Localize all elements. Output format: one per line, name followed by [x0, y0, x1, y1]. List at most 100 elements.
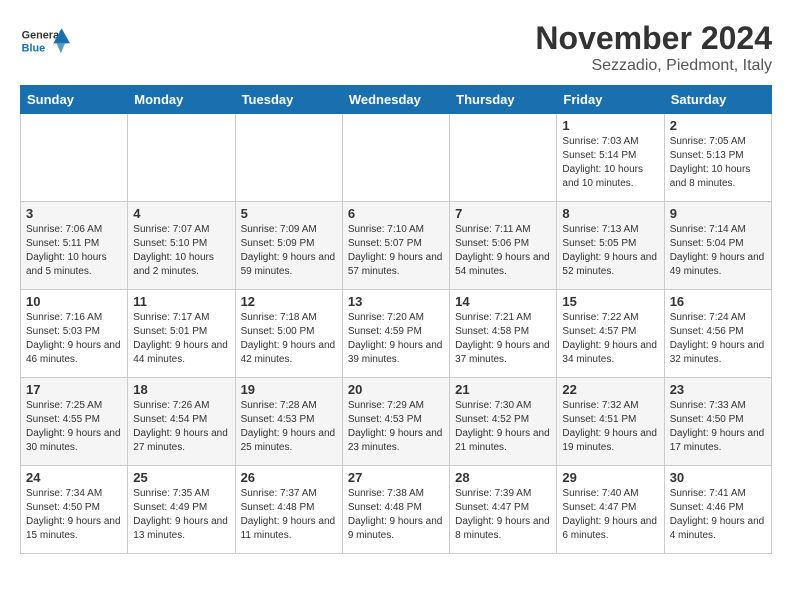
calendar-week-5: 24 Sunrise: 7:34 AMSunset: 4:50 PMDayligh…	[21, 466, 772, 554]
day-info: Sunrise: 7:07 AMSunset: 5:10 PMDaylight:…	[133, 223, 229, 279]
calendar-cell: 16 Sunrise: 7:24 AMSunset: 4:56 PMDayligh…	[664, 290, 771, 378]
day-number: 29	[562, 470, 658, 485]
day-info: Sunrise: 7:09 AMSunset: 5:09 PMDaylight:…	[241, 223, 337, 279]
day-number: 9	[670, 206, 766, 221]
day-info: Sunrise: 7:05 AMSunset: 5:13 PMDaylight:…	[670, 135, 766, 191]
calendar-cell: 5 Sunrise: 7:09 AMSunset: 5:09 PMDaylight…	[235, 202, 342, 290]
calendar-cell: 6 Sunrise: 7:10 AMSunset: 5:07 PMDaylight…	[342, 202, 449, 290]
day-info: Sunrise: 7:38 AMSunset: 4:48 PMDaylight:…	[348, 487, 444, 543]
col-header-thursday: Thursday	[450, 86, 557, 114]
day-info: Sunrise: 7:17 AMSunset: 5:01 PMDaylight:…	[133, 311, 229, 367]
day-number: 30	[670, 470, 766, 485]
calendar-week-1: 1 Sunrise: 7:03 AMSunset: 5:14 PMDaylight…	[21, 114, 772, 202]
col-header-monday: Monday	[128, 86, 235, 114]
day-info: Sunrise: 7:11 AMSunset: 5:06 PMDaylight:…	[455, 223, 551, 279]
calendar-cell: 20 Sunrise: 7:29 AMSunset: 4:53 PMDayligh…	[342, 378, 449, 466]
day-number: 22	[562, 382, 658, 397]
day-info: Sunrise: 7:30 AMSunset: 4:52 PMDaylight:…	[455, 399, 551, 455]
calendar-cell: 1 Sunrise: 7:03 AMSunset: 5:14 PMDaylight…	[557, 114, 664, 202]
day-info: Sunrise: 7:34 AMSunset: 4:50 PMDaylight:…	[26, 487, 122, 543]
day-info: Sunrise: 7:03 AMSunset: 5:14 PMDaylight:…	[562, 135, 658, 191]
calendar-cell: 17 Sunrise: 7:25 AMSunset: 4:55 PMDayligh…	[21, 378, 128, 466]
logo-icon: General Blue	[20, 20, 70, 60]
calendar-week-4: 17 Sunrise: 7:25 AMSunset: 4:55 PMDayligh…	[21, 378, 772, 466]
calendar-cell: 2 Sunrise: 7:05 AMSunset: 5:13 PMDaylight…	[664, 114, 771, 202]
day-info: Sunrise: 7:22 AMSunset: 4:57 PMDaylight:…	[562, 311, 658, 367]
day-info: Sunrise: 7:41 AMSunset: 4:46 PMDaylight:…	[670, 487, 766, 543]
day-number: 2	[670, 118, 766, 133]
page-header: General Blue November 2024 Sezzadio, Pie…	[20, 20, 772, 75]
calendar-cell	[235, 114, 342, 202]
calendar-cell: 28 Sunrise: 7:39 AMSunset: 4:47 PMDayligh…	[450, 466, 557, 554]
logo: General Blue	[20, 20, 70, 60]
day-info: Sunrise: 7:29 AMSunset: 4:53 PMDaylight:…	[348, 399, 444, 455]
day-number: 19	[241, 382, 337, 397]
calendar-cell: 8Sunrise: 7:13 AMSunset: 5:05 PMDaylight…	[557, 202, 664, 290]
day-info: Sunrise: 7:13 AMSunset: 5:05 PMDaylight:…	[562, 223, 658, 279]
day-number: 25	[133, 470, 229, 485]
day-info: Sunrise: 7:14 AMSunset: 5:04 PMDaylight:…	[670, 223, 766, 279]
day-number: 6	[348, 206, 444, 221]
day-number: 17	[26, 382, 122, 397]
col-header-tuesday: Tuesday	[235, 86, 342, 114]
day-info: Sunrise: 7:33 AMSunset: 4:50 PMDaylight:…	[670, 399, 766, 455]
location: Sezzadio, Piedmont, Italy	[535, 57, 772, 75]
col-header-sunday: Sunday	[21, 86, 128, 114]
day-info: Sunrise: 7:16 AMSunset: 5:03 PMDaylight:…	[26, 311, 122, 367]
calendar-week-2: 3 Sunrise: 7:06 AMSunset: 5:11 PMDaylight…	[21, 202, 772, 290]
calendar-table: SundayMondayTuesdayWednesdayThursdayFrid…	[20, 85, 772, 554]
day-number: 15	[562, 294, 658, 309]
calendar-cell	[450, 114, 557, 202]
calendar-cell: 27 Sunrise: 7:38 AMSunset: 4:48 PMDayligh…	[342, 466, 449, 554]
col-header-saturday: Saturday	[664, 86, 771, 114]
calendar-cell: 29 Sunrise: 7:40 AMSunset: 4:47 PMDayligh…	[557, 466, 664, 554]
day-number: 7	[455, 206, 551, 221]
day-info: Sunrise: 7:25 AMSunset: 4:55 PMDaylight:…	[26, 399, 122, 455]
day-number: 10	[26, 294, 122, 309]
day-info: Sunrise: 7:32 AMSunset: 4:51 PMDaylight:…	[562, 399, 658, 455]
day-info: Sunrise: 7:06 AMSunset: 5:11 PMDaylight:…	[26, 223, 122, 279]
day-number: 18	[133, 382, 229, 397]
calendar-cell: 21Sunrise: 7:30 AMSunset: 4:52 PMDayligh…	[450, 378, 557, 466]
day-number: 11	[133, 294, 229, 309]
day-number: 1	[562, 118, 658, 133]
day-number: 5	[241, 206, 337, 221]
day-info: Sunrise: 7:24 AMSunset: 4:56 PMDaylight:…	[670, 311, 766, 367]
calendar-cell: 12Sunrise: 7:18 AMSunset: 5:00 PMDayligh…	[235, 290, 342, 378]
day-number: 14	[455, 294, 551, 309]
day-info: Sunrise: 7:26 AMSunset: 4:54 PMDaylight:…	[133, 399, 229, 455]
calendar-cell: 19Sunrise: 7:28 AMSunset: 4:53 PMDayligh…	[235, 378, 342, 466]
calendar-cell: 7 Sunrise: 7:11 AMSunset: 5:06 PMDaylight…	[450, 202, 557, 290]
day-number: 3	[26, 206, 122, 221]
calendar-cell	[21, 114, 128, 202]
col-header-friday: Friday	[557, 86, 664, 114]
day-number: 28	[455, 470, 551, 485]
calendar-cell: 18 Sunrise: 7:26 AMSunset: 4:54 PMDayligh…	[128, 378, 235, 466]
calendar-cell: 22 Sunrise: 7:32 AMSunset: 4:51 PMDayligh…	[557, 378, 664, 466]
calendar-cell: 15 Sunrise: 7:22 AMSunset: 4:57 PMDayligh…	[557, 290, 664, 378]
day-number: 20	[348, 382, 444, 397]
calendar-cell: 26Sunrise: 7:37 AMSunset: 4:48 PMDayligh…	[235, 466, 342, 554]
day-number: 27	[348, 470, 444, 485]
col-header-wednesday: Wednesday	[342, 86, 449, 114]
calendar-cell: 23 Sunrise: 7:33 AMSunset: 4:50 PMDayligh…	[664, 378, 771, 466]
calendar-header-row: SundayMondayTuesdayWednesdayThursdayFrid…	[21, 86, 772, 114]
day-info: Sunrise: 7:18 AMSunset: 5:00 PMDaylight:…	[241, 311, 337, 367]
day-info: Sunrise: 7:39 AMSunset: 4:47 PMDaylight:…	[455, 487, 551, 543]
day-number: 24	[26, 470, 122, 485]
day-info: Sunrise: 7:20 AMSunset: 4:59 PMDaylight:…	[348, 311, 444, 367]
day-info: Sunrise: 7:40 AMSunset: 4:47 PMDaylight:…	[562, 487, 658, 543]
day-number: 4	[133, 206, 229, 221]
day-number: 23	[670, 382, 766, 397]
calendar-cell	[342, 114, 449, 202]
calendar-cell: 25 Sunrise: 7:35 AMSunset: 4:49 PMDayligh…	[128, 466, 235, 554]
day-info: Sunrise: 7:35 AMSunset: 4:49 PMDaylight:…	[133, 487, 229, 543]
day-info: Sunrise: 7:10 AMSunset: 5:07 PMDaylight:…	[348, 223, 444, 279]
calendar-cell: 24 Sunrise: 7:34 AMSunset: 4:50 PMDayligh…	[21, 466, 128, 554]
day-number: 16	[670, 294, 766, 309]
day-number: 13	[348, 294, 444, 309]
day-info: Sunrise: 7:37 AMSunset: 4:48 PMDaylight:…	[241, 487, 337, 543]
calendar-week-3: 10 Sunrise: 7:16 AMSunset: 5:03 PMDayligh…	[21, 290, 772, 378]
calendar-cell: 10 Sunrise: 7:16 AMSunset: 5:03 PMDayligh…	[21, 290, 128, 378]
calendar-cell: 9 Sunrise: 7:14 AMSunset: 5:04 PMDaylight…	[664, 202, 771, 290]
